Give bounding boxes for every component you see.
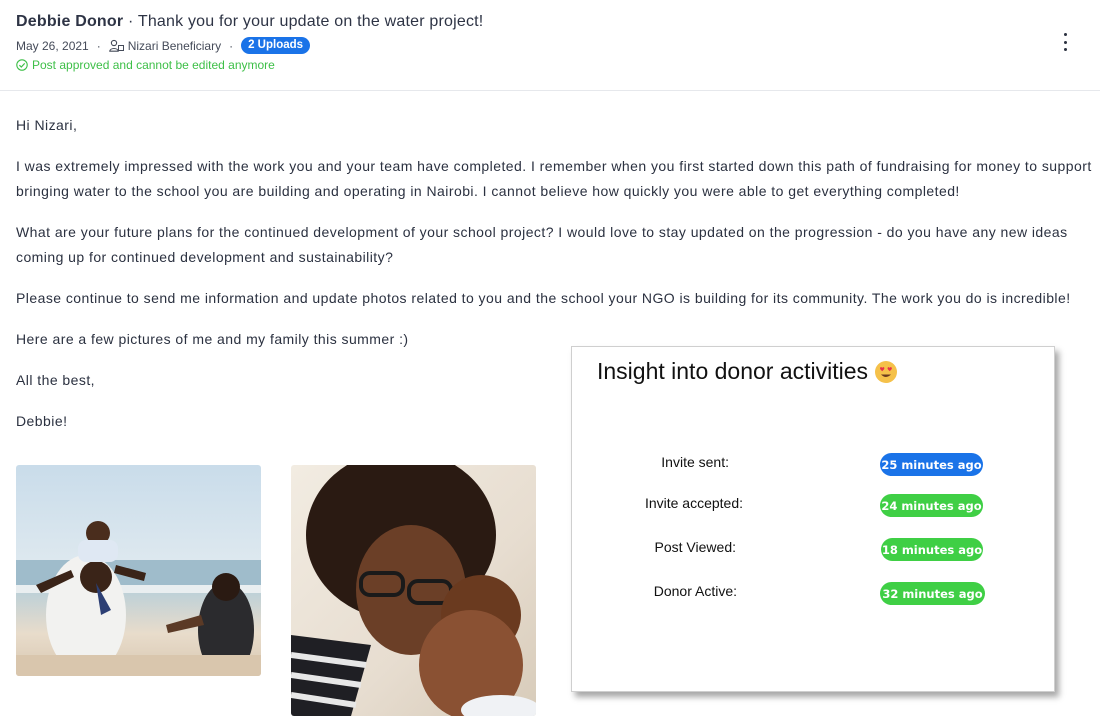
- activity-time-badge: 32 minutes ago: [880, 582, 985, 605]
- meta-dot: ·: [96, 38, 101, 53]
- post-date: May 26, 2021: [16, 38, 89, 53]
- activity-row-donor-active: Donor Active: 32 minutes ago: [572, 579, 1056, 605]
- activity-time-badge: 25 minutes ago: [880, 453, 983, 476]
- recipient-icon: [108, 39, 124, 52]
- activity-label: Donor Active:: [653, 583, 737, 599]
- post-subject: Thank you for your update on the water p…: [137, 13, 484, 30]
- mother-child-illustration: [291, 465, 536, 716]
- activity-label: Post Viewed:: [654, 539, 736, 555]
- message-paragraph: Please continue to send me information a…: [16, 290, 1071, 306]
- beach-family-photo[interactable]: [16, 465, 261, 676]
- approval-status-text: Post approved and cannot be edited anymo…: [32, 58, 275, 72]
- activity-time-badge: 24 minutes ago: [880, 494, 983, 517]
- kebab-menu-icon[interactable]: [1058, 33, 1072, 51]
- check-circle-icon: [16, 59, 28, 71]
- title-separator: ·: [127, 13, 134, 30]
- activity-row-invite-accepted: Invite accepted: 24 minutes ago: [572, 491, 1056, 517]
- post-title-line: Debbie Donor · Thank you for your update…: [16, 13, 483, 31]
- uploads-badge[interactable]: 2 Uploads: [241, 37, 311, 54]
- beach-family-illustration: [16, 521, 261, 676]
- activity-label: Invite accepted:: [644, 495, 743, 511]
- activity-row-invite-sent: Invite sent: 25 minutes ago: [572, 450, 1056, 476]
- post-header: Debbie Donor · Thank you for your update…: [0, 0, 1100, 91]
- post-meta: May 26, 2021 · Nizari Beneficiary · 2 Up…: [16, 37, 311, 54]
- insight-title-text: Insight into donor activities: [597, 358, 869, 384]
- donor-insight-card: Insight into donor activities Invite sen…: [571, 346, 1055, 692]
- insight-title: Insight into donor activities: [597, 358, 898, 385]
- recipient-name[interactable]: Nizari Beneficiary: [128, 39, 221, 53]
- message-paragraph: What are your future plans for the conti…: [16, 224, 1068, 265]
- author-name[interactable]: Debbie Donor: [16, 13, 123, 30]
- mother-child-photo[interactable]: [291, 465, 536, 716]
- meta-dot: ·: [229, 38, 234, 53]
- approval-status: Post approved and cannot be edited anymo…: [16, 58, 275, 72]
- greeting: Hi Nizari,: [16, 117, 78, 133]
- activity-label: Invite sent:: [661, 454, 729, 470]
- activity-row-post-viewed: Post Viewed: 18 minutes ago: [572, 535, 1056, 561]
- heart-eyes-emoji-icon: [875, 360, 898, 383]
- message-paragraph: I was extremely impressed with the work …: [16, 158, 1092, 199]
- activity-time-badge: 18 minutes ago: [881, 538, 983, 561]
